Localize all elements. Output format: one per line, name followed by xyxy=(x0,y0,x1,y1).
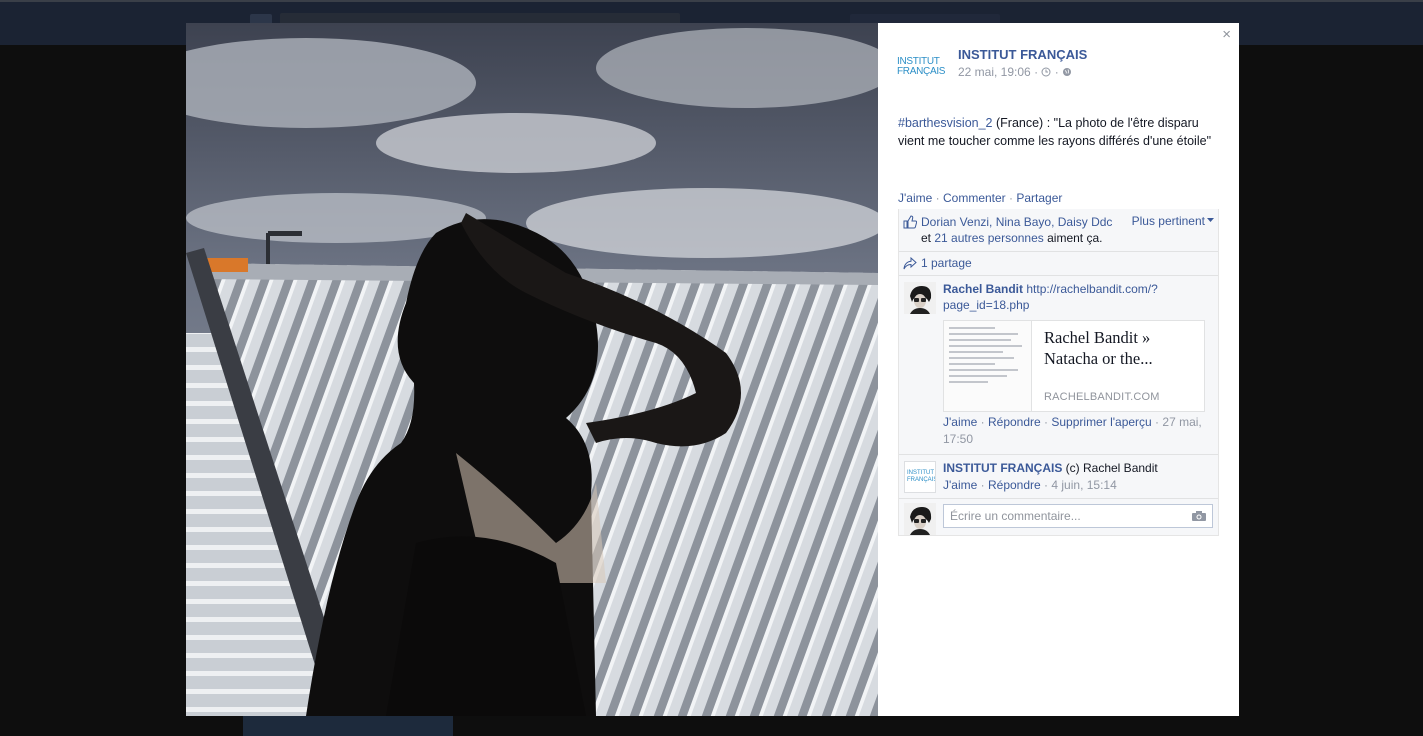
avatar xyxy=(904,503,936,535)
avatar[interactable] xyxy=(904,282,936,314)
likes-suffix: aiment ça. xyxy=(1047,231,1103,245)
dropdown-caret-icon xyxy=(1207,218,1214,222)
globe-icon[interactable] xyxy=(1062,67,1072,77)
page-logo[interactable]: INSTITUT FRANÇAIS xyxy=(897,57,947,77)
preview-domain: RACHELBANDIT.COM xyxy=(1044,391,1160,403)
comment-reply-link[interactable]: Répondre xyxy=(988,415,1041,429)
likes-row: Dorian Venzi, Nina Bayo, Daisy Ddc et 21… xyxy=(899,209,1218,252)
shares-link[interactable]: 1 partage xyxy=(921,256,972,270)
comment-item: INSTITUT FRANÇAIS INSTITUT FRANÇAIS (c) … xyxy=(899,455,1218,499)
comment-body: (c) Rachel Bandit xyxy=(1065,461,1158,475)
page-name-link[interactable]: INSTITUT FRANÇAIS xyxy=(958,47,1087,62)
post-side-panel: × INSTITUT FRANÇAIS INSTITUT FRANÇAIS 22… xyxy=(878,23,1239,716)
preview-body: Rachel Bandit » Natacha or the... RACHEL… xyxy=(1032,321,1204,411)
share-link[interactable]: Partager xyxy=(1016,191,1062,205)
post-meta: 22 mai, 19:06 · · xyxy=(958,65,1072,79)
avatar-image xyxy=(904,282,936,314)
comment-author[interactable]: Rachel Bandit xyxy=(943,282,1023,296)
comment-link[interactable]: Commenter xyxy=(943,191,1006,205)
comment-input[interactable]: Écrire un commentaire... xyxy=(943,504,1213,528)
hashtag-link[interactable]: #barthesvision_2 xyxy=(898,116,993,130)
comment-time[interactable]: 4 juin, 15:14 xyxy=(1051,478,1116,492)
comment-item: Rachel Bandit http://rachelbandit.com/?p… xyxy=(899,276,1218,455)
comment-meta: J'aime · Répondre · Supprimer l'aperçu ·… xyxy=(943,415,1202,446)
comment-author[interactable]: INSTITUT FRANÇAIS xyxy=(943,461,1062,475)
remove-preview-link[interactable]: Supprimer l'aperçu xyxy=(1051,415,1151,429)
preview-thumbnail xyxy=(944,321,1032,411)
sort-label: Plus pertinent xyxy=(1131,214,1205,228)
likers-names[interactable]: Dorian Venzi, Nina Bayo, Daisy Ddc xyxy=(921,215,1112,229)
photo-image xyxy=(186,23,878,716)
avatar-image xyxy=(904,503,936,535)
shares-row: 1 partage xyxy=(899,252,1218,276)
meta-separator: · xyxy=(1054,65,1059,79)
share-icon xyxy=(903,257,917,270)
like-link[interactable]: J'aime xyxy=(898,191,932,205)
feedback-box: Dorian Venzi, Nina Bayo, Daisy Ddc et 21… xyxy=(898,209,1219,536)
action-separator: · xyxy=(1005,191,1017,205)
reply-row: Écrire un commentaire... xyxy=(899,499,1218,535)
lightbox-photo[interactable] xyxy=(186,23,878,716)
comment-meta: J'aime · Répondre · 4 juin, 15:14 xyxy=(943,478,1117,492)
comment-like-link[interactable]: J'aime xyxy=(943,415,977,429)
action-separator: · xyxy=(932,191,943,205)
meta-separator: · xyxy=(1034,65,1039,79)
comment-text: Rachel Bandit http://rachelbandit.com/?p… xyxy=(943,281,1213,313)
post-date[interactable]: 22 mai, 19:06 xyxy=(958,65,1031,79)
close-icon[interactable]: × xyxy=(1222,27,1231,43)
comment-like-link[interactable]: J'aime xyxy=(943,478,977,492)
comment-text: INSTITUT FRANÇAIS (c) Rachel Bandit xyxy=(943,460,1213,476)
post-text: #barthesvision_2 (France) : "La photo de… xyxy=(898,114,1218,150)
comment-input-placeholder: Écrire un commentaire... xyxy=(950,509,1081,523)
sort-dropdown[interactable]: Plus pertinent xyxy=(1132,214,1214,228)
link-preview[interactable]: Rachel Bandit » Natacha or the... RACHEL… xyxy=(943,320,1205,412)
post-actions: J'aime · Commenter · Partager xyxy=(898,191,1062,205)
likes-and: et xyxy=(921,231,932,245)
preview-title[interactable]: Rachel Bandit » Natacha or the... xyxy=(1044,327,1196,369)
like-icon xyxy=(903,215,917,229)
avatar[interactable]: INSTITUT FRANÇAIS xyxy=(904,461,936,493)
comment-reply-link[interactable]: Répondre xyxy=(988,478,1041,492)
likes-others-link[interactable]: 21 autres personnes xyxy=(934,231,1043,245)
background-thumbnails xyxy=(243,716,453,736)
camera-icon[interactable] xyxy=(1191,510,1207,522)
clock-icon xyxy=(1041,67,1051,77)
